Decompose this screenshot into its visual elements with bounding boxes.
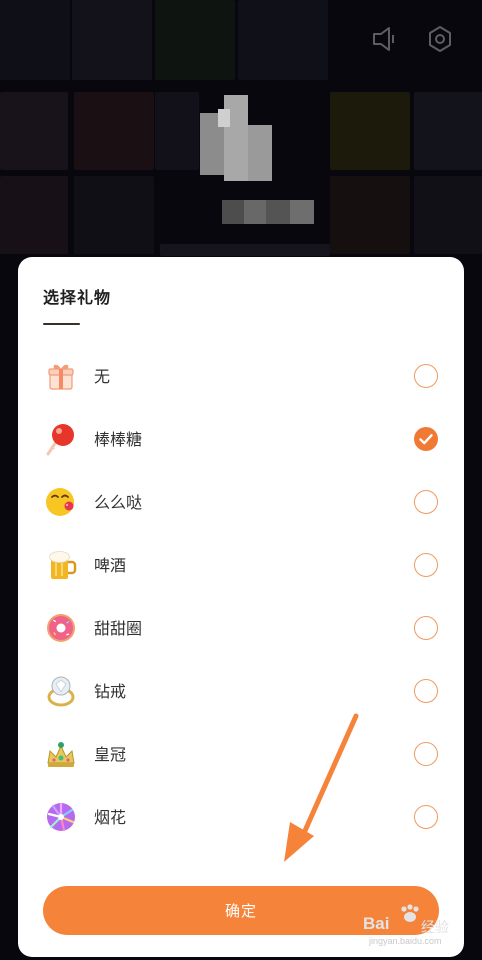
settings-icon xyxy=(423,22,457,56)
blurred-username xyxy=(222,200,314,224)
gift-label: 棒棒糖 xyxy=(94,430,143,449)
beer-mug-icon xyxy=(44,548,78,582)
bg-tile xyxy=(414,176,482,254)
bg-tile xyxy=(72,0,152,80)
gift-box-icon xyxy=(44,359,78,393)
radio-unchecked[interactable] xyxy=(414,805,438,829)
radio-unchecked[interactable] xyxy=(414,616,438,640)
gift-item-donut[interactable]: 甜甜圈 xyxy=(18,599,464,662)
radio-checked[interactable] xyxy=(414,427,438,451)
crown-icon xyxy=(44,737,78,771)
lollipop-icon xyxy=(44,422,78,456)
bg-tile xyxy=(238,0,328,80)
bg-tile xyxy=(0,92,68,170)
bg-tile xyxy=(0,176,68,254)
watermark-brand-tail: 经验 xyxy=(421,919,449,935)
gift-label: 啤酒 xyxy=(94,556,127,575)
donut-icon xyxy=(44,611,78,645)
gift-label: 无 xyxy=(94,367,111,386)
bg-tile xyxy=(155,92,199,170)
gift-item-ring[interactable]: 钻戒 xyxy=(18,662,464,725)
checkmark-icon xyxy=(419,434,433,445)
title-underline xyxy=(43,323,80,325)
gift-item-none[interactable]: 无 xyxy=(18,347,464,410)
gift-label: 钻戒 xyxy=(94,682,127,701)
gift-item-fireworks[interactable]: 烟花 xyxy=(18,788,464,851)
gift-label: 么么哒 xyxy=(94,493,143,512)
gift-item-beer[interactable]: 啤酒 xyxy=(18,536,464,599)
gift-label: 甜甜圈 xyxy=(94,619,143,638)
bg-tile xyxy=(0,0,70,80)
gift-select-sheet: 选择礼物 无 棒棒糖 么么哒 啤酒 甜甜圈 钻戒 皇冠 烟花 确定 xyxy=(18,257,464,957)
radio-unchecked[interactable] xyxy=(414,553,438,577)
bg-tile xyxy=(414,92,482,170)
gift-label: 烟花 xyxy=(94,808,127,827)
diamond-ring-icon xyxy=(44,674,78,708)
gift-item-kiss[interactable]: 么么哒 xyxy=(18,473,464,536)
kiss-emoji-icon xyxy=(44,485,78,519)
sheet-title: 选择礼物 xyxy=(43,288,112,307)
gift-label: 皇冠 xyxy=(94,745,127,764)
watermark-url: jingyan.baidu.com xyxy=(369,936,442,946)
radio-unchecked[interactable] xyxy=(414,364,438,388)
watermark-brand: Bai xyxy=(363,914,390,933)
gift-item-crown[interactable]: 皇冠 xyxy=(18,725,464,788)
bg-tile xyxy=(330,92,410,170)
radio-unchecked[interactable] xyxy=(414,490,438,514)
blurred-text xyxy=(160,244,330,256)
bg-tile xyxy=(74,176,154,254)
blurred-avatar xyxy=(200,95,272,181)
bg-tile xyxy=(155,0,235,80)
gift-item-lollipop[interactable]: 棒棒糖 xyxy=(18,410,464,473)
annotation-arrow-icon xyxy=(284,713,359,862)
watermark: Bai 经验 jingyan.baidu.com xyxy=(363,900,463,950)
fireworks-icon xyxy=(44,800,78,834)
speaker-icon xyxy=(367,22,401,56)
bg-tile xyxy=(74,92,154,170)
bg-tile xyxy=(330,176,410,254)
radio-unchecked[interactable] xyxy=(414,679,438,703)
radio-unchecked[interactable] xyxy=(414,742,438,766)
